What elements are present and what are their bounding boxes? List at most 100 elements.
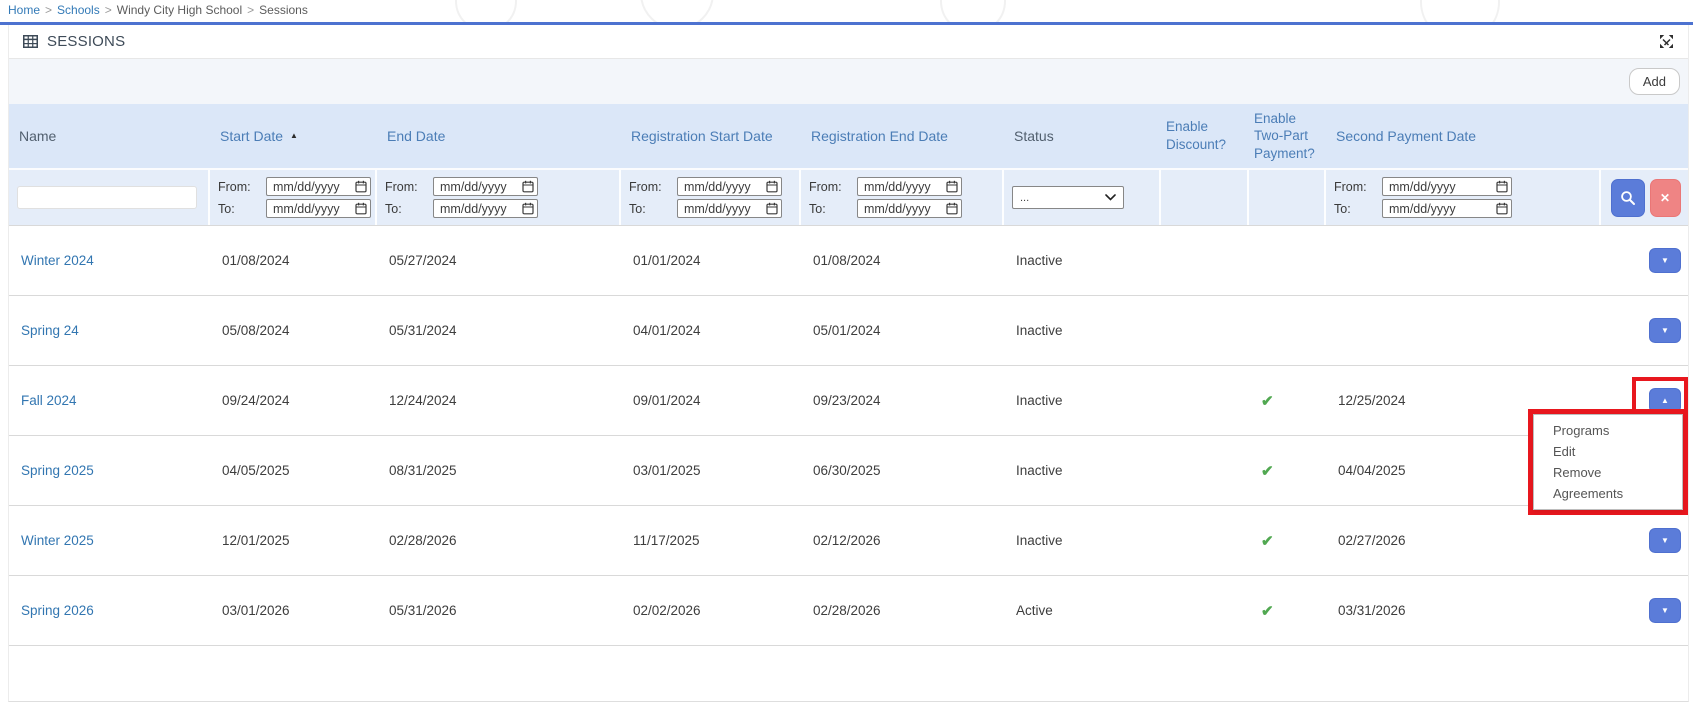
- filter-cell-reg_start: From: To:: [621, 170, 801, 225]
- check-icon: ✔: [1261, 602, 1274, 620]
- expand-panel-button[interactable]: [1659, 34, 1674, 49]
- cell-value: 01/08/2024: [813, 253, 881, 268]
- date-input-wrap: [857, 177, 962, 196]
- session-name-link[interactable]: Spring 2025: [21, 463, 94, 478]
- status-filter-select[interactable]: ...: [1012, 186, 1124, 209]
- reg_start-to-date-input[interactable]: [677, 199, 782, 218]
- second-to-date-input[interactable]: [1382, 199, 1512, 218]
- cell-start: 01/08/2024: [210, 226, 377, 295]
- cell-actions: ▼: [1601, 296, 1690, 365]
- to-label: To:: [629, 202, 677, 216]
- row-actions-button[interactable]: ▼: [1649, 598, 1681, 623]
- cell-value: 05/08/2024: [222, 323, 290, 338]
- cell-value: Inactive: [1016, 463, 1063, 478]
- row-menu-item-edit[interactable]: Edit: [1534, 441, 1682, 462]
- cell-second: [1326, 226, 1601, 295]
- cell-second: [1326, 296, 1601, 365]
- sessions-panel: SESSIONS Add NameStart Date▲End DateRegi…: [8, 25, 1689, 702]
- caret-up-icon: ▲: [1661, 397, 1669, 405]
- sessions-page: Home>Schools>Windy City High School>Sess…: [0, 0, 1693, 709]
- second-from-date-input[interactable]: [1382, 177, 1512, 196]
- cell-value: 08/31/2025: [389, 463, 457, 478]
- column-header-status: Status: [1004, 104, 1161, 168]
- cell-start: 12/01/2025: [210, 506, 377, 575]
- add-session-button[interactable]: Add: [1629, 68, 1680, 95]
- cell-value: 12/24/2024: [389, 393, 457, 408]
- cell-value: 09/23/2024: [813, 393, 881, 408]
- cell-name: Spring 24: [9, 296, 210, 365]
- cell-actions: ▼: [1601, 506, 1690, 575]
- column-header-discount[interactable]: Enable Discount?: [1161, 104, 1249, 168]
- session-name-link[interactable]: Spring 2026: [21, 603, 94, 618]
- column-header-reg_start[interactable]: Registration Start Date: [621, 104, 801, 168]
- cell-discount: [1161, 226, 1249, 295]
- date-input-wrap: [433, 199, 538, 218]
- row-menu-item-programs[interactable]: Programs: [1534, 420, 1682, 441]
- end-to-date-input[interactable]: [433, 199, 538, 218]
- session-name-link[interactable]: Winter 2025: [21, 533, 94, 548]
- breadcrumb-separator: >: [105, 3, 112, 17]
- panel-header: SESSIONS: [9, 25, 1688, 59]
- cell-status: Inactive: [1004, 506, 1161, 575]
- cell-value: 05/31/2026: [389, 603, 457, 618]
- table-grid-icon: [23, 35, 38, 48]
- start-from-date-input[interactable]: [266, 177, 371, 196]
- cell-reg_start: 09/01/2024: [621, 366, 801, 435]
- table-row: Winter 202512/01/202502/28/202611/17/202…: [9, 505, 1688, 575]
- cell-value: 06/30/2025: [813, 463, 881, 478]
- name-filter-input[interactable]: [17, 186, 197, 209]
- session-name-link[interactable]: Fall 2024: [21, 393, 77, 408]
- filter-from-row: From:: [1334, 177, 1591, 197]
- row-menu-item-remove[interactable]: Remove: [1534, 462, 1682, 483]
- filter-from-row: From:: [218, 177, 367, 197]
- cell-reg_end: 05/01/2024: [801, 296, 1004, 365]
- reg_start-from-date-input[interactable]: [677, 177, 782, 196]
- column-header-end[interactable]: End Date: [377, 104, 621, 168]
- cell-value: 03/01/2025: [633, 463, 701, 478]
- cell-value: 04/05/2025: [222, 463, 290, 478]
- filter-from-row: From:: [629, 177, 791, 197]
- date-input-wrap: [677, 177, 782, 196]
- reg_end-to-date-input[interactable]: [857, 199, 962, 218]
- cell-value: 02/27/2026: [1338, 533, 1406, 548]
- table-filter-row: From:To:From:To:From:To:From:To:...From:…: [9, 168, 1688, 225]
- breadcrumb-item-windy-city-high-school: Windy City High School: [117, 3, 242, 17]
- column-header-two_part[interactable]: Enable Two-Part Payment?: [1249, 104, 1326, 168]
- cell-value: Inactive: [1016, 253, 1063, 268]
- cell-name: Spring 2026: [9, 576, 210, 645]
- filter-cell-start: From:To:: [210, 170, 377, 225]
- filter-cell-end: From:To:: [377, 170, 621, 225]
- column-header-start[interactable]: Start Date▲: [210, 104, 377, 168]
- session-name-link[interactable]: Spring 24: [21, 323, 79, 338]
- table-row: Fall 202409/24/202412/24/202409/01/20240…: [9, 365, 1688, 435]
- column-header-label: Start Date: [220, 127, 283, 145]
- date-input-wrap: [266, 199, 371, 218]
- cell-value: 05/31/2024: [389, 323, 457, 338]
- caret-down-icon: ▼: [1661, 327, 1669, 335]
- search-button[interactable]: [1611, 179, 1645, 217]
- expand-arrows-icon: [1659, 34, 1674, 49]
- cell-status: Inactive: [1004, 436, 1161, 505]
- reg_end-from-date-input[interactable]: [857, 177, 962, 196]
- row-actions-button[interactable]: ▼: [1649, 528, 1681, 553]
- row-menu-item-agreements[interactable]: Agreements: [1534, 483, 1682, 504]
- breadcrumb-item-schools[interactable]: Schools: [57, 3, 100, 17]
- row-actions-button[interactable]: ▼: [1649, 248, 1681, 273]
- cell-value: 12/01/2025: [222, 533, 290, 548]
- row-actions-menu: ProgramsEditRemoveAgreements: [1533, 414, 1683, 510]
- session-name-link[interactable]: Winter 2024: [21, 253, 94, 268]
- start-to-date-input[interactable]: [266, 199, 371, 218]
- column-header-reg_end[interactable]: Registration End Date: [801, 104, 1004, 168]
- breadcrumb-item-home[interactable]: Home: [8, 3, 40, 17]
- cell-reg_end: 06/30/2025: [801, 436, 1004, 505]
- column-header-label: Registration Start Date: [631, 127, 773, 145]
- cell-status: Inactive: [1004, 226, 1161, 295]
- table-row: Spring 202603/01/202605/31/202602/02/202…: [9, 575, 1688, 645]
- column-header-label: End Date: [387, 127, 445, 145]
- clear-filters-button[interactable]: ✕: [1650, 179, 1681, 217]
- end-from-date-input[interactable]: [433, 177, 538, 196]
- row-actions-button[interactable]: ▼: [1649, 318, 1681, 343]
- column-header-second[interactable]: Second Payment Date: [1326, 104, 1601, 168]
- cell-end: 05/31/2026: [377, 576, 621, 645]
- filter-cell-status: ...: [1004, 170, 1161, 225]
